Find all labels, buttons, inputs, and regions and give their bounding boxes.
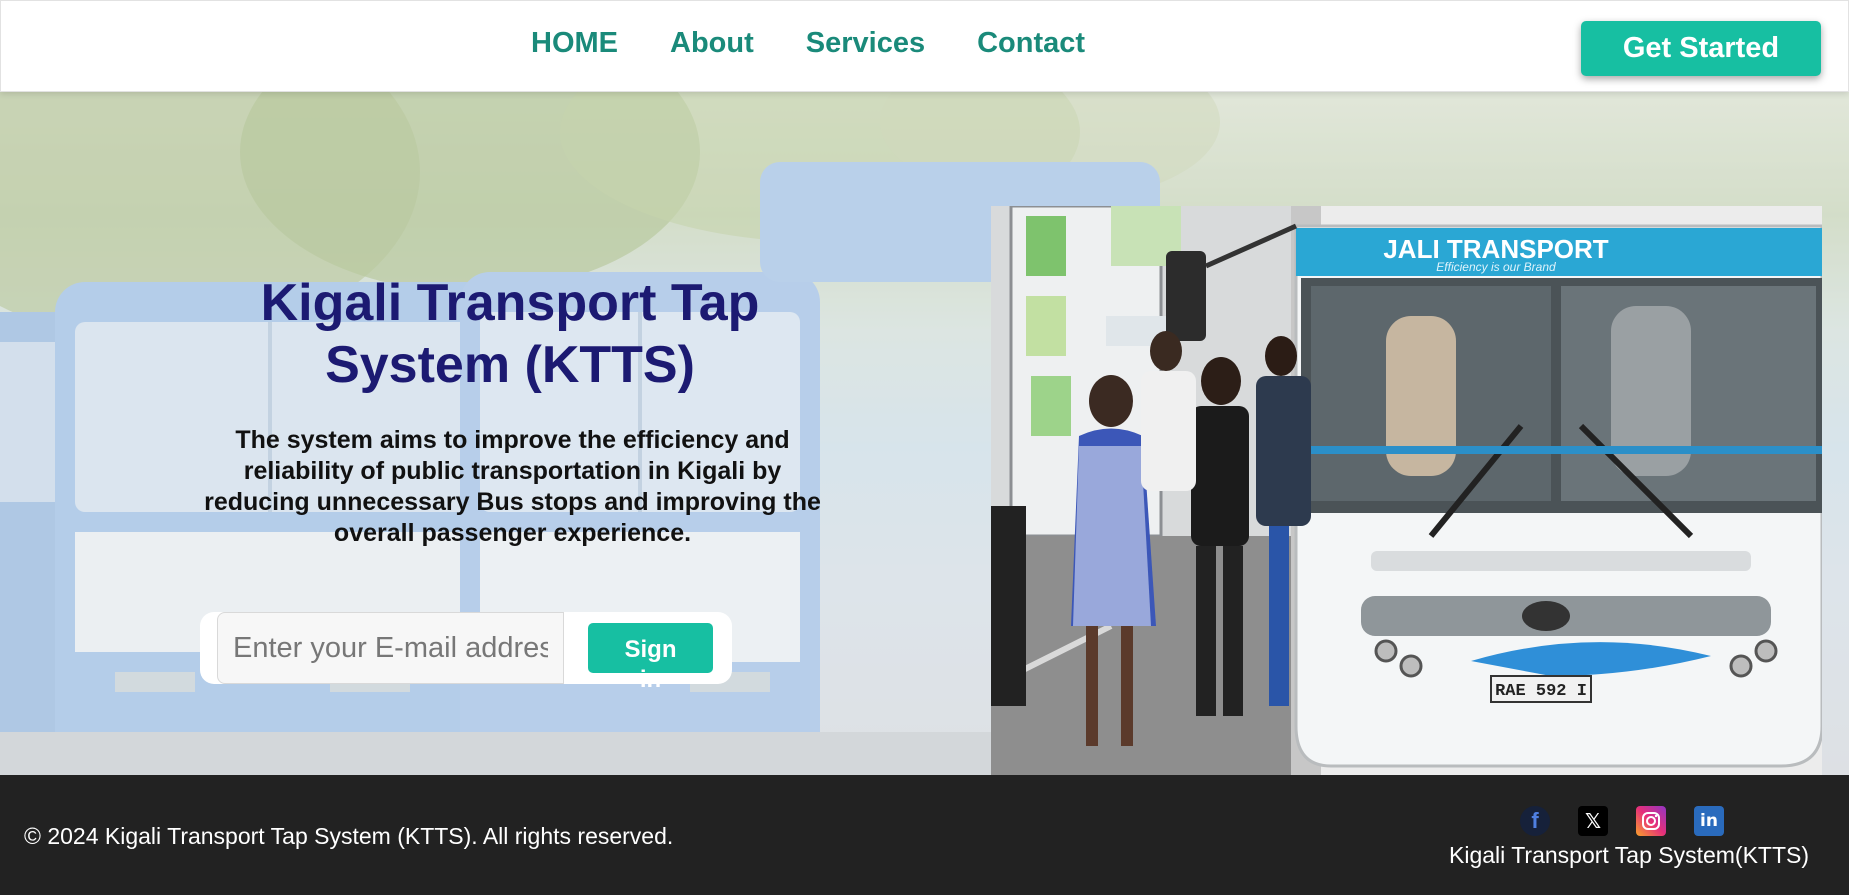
bus-slogan-text: Efficiency is our Brand — [1436, 260, 1556, 274]
site-header: HOME About Services Contact Get Started — [0, 0, 1849, 92]
nav-about-link[interactable]: About — [670, 27, 754, 60]
copyright-text: © 2024 Kigali Transport Tap System (KTTS… — [24, 823, 674, 849]
hero-description: The system aims to improve the efficienc… — [204, 426, 821, 547]
instagram-icon[interactable] — [1636, 806, 1666, 836]
social-links: f 𝕏 in — [1520, 806, 1724, 836]
facebook-icon[interactable]: f — [1520, 806, 1550, 836]
linkedin-icon[interactable]: in — [1694, 806, 1724, 836]
site-footer: © 2024 Kigali Transport Tap System (KTTS… — [0, 775, 1849, 895]
email-signup-form: Sign in — [200, 612, 732, 693]
nav-contact-link[interactable]: Contact — [977, 27, 1085, 60]
main-nav: HOME About Services Contact — [531, 27, 1085, 60]
email-input[interactable] — [217, 612, 564, 684]
bus-plate-text: RAE 592 I — [1495, 682, 1587, 701]
get-started-button[interactable]: Get Started — [1581, 21, 1821, 76]
nav-services-link[interactable]: Services — [806, 27, 925, 60]
footer-brand-text: Kigali Transport Tap System(KTTS) — [1449, 842, 1810, 868]
nav-home-link[interactable]: HOME — [531, 27, 618, 60]
hero-title: Kigali Transport Tap System (KTTS) — [260, 274, 760, 394]
bus-boarding-image: JALI TRANSPORT Efficiency is our Brand R… — [991, 206, 1822, 775]
hero-section: Kigali Transport Tap System (KTTS) The s… — [0, 92, 1849, 775]
sign-in-button[interactable]: Sign in — [588, 623, 713, 693]
hero-photo: JALI TRANSPORT Efficiency is our Brand R… — [991, 206, 1822, 775]
x-icon[interactable]: 𝕏 — [1578, 806, 1608, 836]
